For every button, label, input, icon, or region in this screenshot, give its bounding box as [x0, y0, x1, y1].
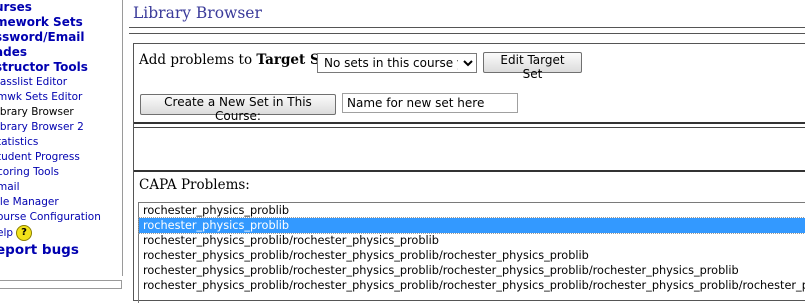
sidebar-bottom-box [0, 280, 122, 289]
nav-library-browser-current: ibrary Browser [0, 106, 74, 118]
nav-hmwk-sets-editor[interactable]: mwk Sets Editor [0, 90, 122, 105]
add-problems-label: Add problems to [139, 52, 257, 68]
edit-target-set-button[interactable]: Edit Target Set [483, 52, 582, 81]
library-panel: Add problems to Target Set: No sets in t… [133, 43, 805, 303]
create-new-set-button[interactable]: Create a New Set in This Course: [140, 94, 336, 123]
capa-problems-listbox[interactable]: rochester_physics_problib rochester_phys… [138, 202, 805, 303]
target-set-row: Add problems to Target Set: [139, 52, 340, 68]
nav-statistics[interactable]: tatistics [0, 135, 122, 150]
nav-homework-sets[interactable]: mework Sets [0, 15, 122, 30]
nav-classlist-editor[interactable]: lasslist Editor [0, 75, 122, 90]
nav-instructor-tools[interactable]: structor Tools [0, 60, 122, 75]
nav-help-label: elp [0, 227, 14, 239]
nav-library-browser-2[interactable]: ibrary Browser 2 [0, 120, 122, 135]
nav-file-manager[interactable]: ile Manager [0, 195, 122, 210]
nav-help[interactable]: elp? [0, 225, 122, 241]
section-divider-inner [134, 127, 805, 128]
page-title: Library Browser [133, 4, 262, 22]
nav-report-bugs[interactable]: eport bugs [0, 241, 122, 259]
sidebar-nav: urses mework Sets ssword/Email ades stru… [0, 0, 123, 276]
target-set-select[interactable]: No sets in this course yet [317, 53, 477, 73]
title-divider [129, 27, 805, 28]
nav-course-configuration[interactable]: ourse Configuration [0, 210, 122, 225]
section-divider-lower [134, 170, 805, 172]
nav-password-email[interactable]: ssword/Email [0, 30, 122, 45]
list-item[interactable]: rochester_physics_problib/rochester_phys… [139, 233, 805, 248]
nav-email[interactable]: mail [0, 180, 122, 195]
nav-courses[interactable]: urses [0, 0, 122, 15]
title-divider-2 [129, 33, 805, 34]
list-item[interactable]: rochester_physics_problib/rochester_phys… [139, 248, 805, 263]
list-item[interactable]: rochester_physics_problib/rochester_phys… [139, 263, 805, 278]
list-item-selected[interactable]: rochester_physics_problib [138, 217, 805, 234]
list-item[interactable]: rochester_physics_problib [139, 203, 805, 218]
section-divider [134, 122, 805, 124]
nav-grades[interactable]: ades [0, 45, 122, 60]
nav-student-progress[interactable]: tudent Progress [0, 150, 122, 165]
nav-scoring-tools[interactable]: coring Tools [0, 165, 122, 180]
capa-problems-label: CAPA Problems: [139, 177, 250, 193]
new-set-name-input[interactable] [342, 93, 518, 113]
list-item[interactable]: rochester_physics_problib/rochester_phys… [139, 278, 805, 293]
question-icon[interactable]: ? [16, 225, 33, 241]
